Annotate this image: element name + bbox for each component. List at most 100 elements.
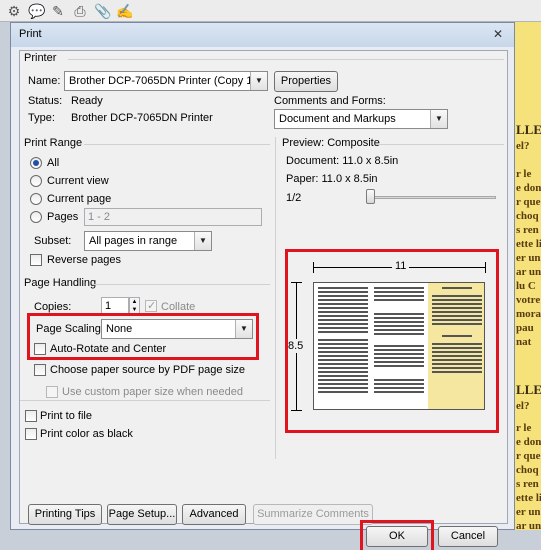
- width-dimension-tick: [485, 262, 486, 273]
- comments-forms-label: Comments and Forms:: [274, 95, 386, 107]
- printer-name-select[interactable]: Brother DCP-7065DN Printer (Copy 1) ▼: [64, 71, 268, 91]
- status-value: Ready: [71, 95, 103, 107]
- doc-fragment: LLETI: [516, 382, 541, 397]
- type-value: Brother DCP-7065DN Printer: [71, 112, 213, 124]
- print-color-black-checkbox[interactable]: [25, 428, 37, 440]
- printer-name-value: Brother DCP-7065DN Printer (Copy 1): [69, 75, 257, 87]
- sign-icon[interactable]: ✍: [116, 3, 133, 19]
- divider: [84, 144, 270, 145]
- chevron-down-icon[interactable]: ▼: [430, 110, 447, 128]
- all-radio[interactable]: [30, 157, 42, 169]
- doc-fragment: s ren: [516, 478, 539, 490]
- ok-button[interactable]: OK: [366, 526, 428, 547]
- doc-fragment: r que: [516, 450, 541, 462]
- print-range-title: Print Range: [24, 137, 83, 149]
- reverse-pages-checkbox[interactable]: [30, 254, 42, 266]
- divider: [376, 144, 504, 145]
- advanced-button[interactable]: Advanced: [182, 504, 246, 525]
- page-handling-title: Page Handling: [24, 277, 97, 289]
- doc-fragment: mora: [516, 308, 541, 320]
- all-label[interactable]: All: [47, 157, 59, 169]
- collate-checkbox[interactable]: [145, 299, 157, 312]
- custom-paper-checkbox[interactable]: [46, 386, 58, 398]
- custom-paper-label[interactable]: Use custom paper size when needed: [62, 386, 243, 398]
- chevron-down-icon[interactable]: ▼: [250, 72, 267, 90]
- preview-column: [374, 287, 424, 395]
- properties-button[interactable]: Properties: [274, 71, 338, 92]
- print-color-black-label[interactable]: Print color as black: [40, 428, 133, 440]
- choose-paper-source-label[interactable]: Choose paper source by PDF page size: [50, 364, 245, 376]
- print-to-file-label[interactable]: Print to file: [40, 410, 92, 422]
- summarize-comments-button[interactable]: Summarize Comments: [253, 504, 373, 525]
- doc-fragment: er un: [516, 252, 541, 264]
- current-page-label[interactable]: Current page: [47, 193, 111, 205]
- width-dimension-tick: [313, 262, 314, 273]
- dialog-titlebar[interactable]: Print ✕: [11, 23, 514, 47]
- pages-label[interactable]: Pages: [47, 211, 78, 223]
- doc-fragment: nat: [516, 336, 532, 348]
- page-slider-track[interactable]: [366, 196, 496, 199]
- subset-label: Subset:: [34, 235, 72, 247]
- doc-fragment: ette li: [516, 238, 541, 250]
- comment-icon[interactable]: 💬: [28, 3, 45, 19]
- divider: [92, 284, 270, 285]
- preview-page: [313, 282, 485, 410]
- height-dimension-tick: [291, 282, 302, 283]
- doc-fragment: r le: [516, 422, 532, 434]
- doc-fragment: choq: [516, 210, 539, 222]
- printing-tips-button[interactable]: Printing Tips: [28, 504, 102, 525]
- width-label: 11: [392, 260, 410, 272]
- print-dialog: Print ✕ Printer Name: Brother DCP-7065DN…: [10, 22, 515, 550]
- doc-fragment: r le: [516, 168, 532, 180]
- page-setup-button[interactable]: Page Setup...: [107, 504, 177, 525]
- current-view-label[interactable]: Current view: [47, 175, 109, 187]
- highlight-icon[interactable]: ✎: [50, 3, 66, 19]
- type-label: Type:: [28, 112, 55, 124]
- page-indicator: 1/2: [286, 192, 302, 204]
- stamp-icon[interactable]: ⎙: [72, 3, 88, 19]
- doc-fragment: s ren: [516, 224, 539, 236]
- current-view-radio[interactable]: [30, 175, 42, 187]
- doc-fragment: el?: [516, 400, 530, 412]
- background-document: LLETI el? r le e don g r que choq s ren …: [514, 22, 541, 530]
- doc-fragment: r que: [516, 196, 541, 208]
- doc-fragment: pau: [516, 322, 534, 334]
- comments-forms-select[interactable]: Document and Markups ▼: [274, 109, 448, 129]
- chevron-down-icon[interactable]: ▼: [194, 232, 211, 250]
- pages-radio[interactable]: [30, 211, 42, 223]
- doc-fragment: ar un: [516, 520, 541, 530]
- height-dimension-tick: [291, 410, 302, 411]
- collate-label[interactable]: Collate: [161, 301, 195, 313]
- close-icon[interactable]: ✕: [489, 27, 507, 42]
- app-toolbar: ⚙ 💬 ✎ ⎙ 📎 ✍: [0, 0, 541, 22]
- comments-forms-value: Document and Markups: [279, 113, 396, 125]
- status-label: Status:: [28, 95, 63, 107]
- pages-input[interactable]: 1 - 2: [84, 208, 262, 226]
- print-to-file-checkbox[interactable]: [25, 410, 37, 422]
- attach-icon[interactable]: 📎: [94, 3, 111, 19]
- paper-size: Paper: 11.0 x 8.5in: [286, 173, 378, 185]
- divider: [20, 400, 270, 401]
- height-label: 8.5: [288, 339, 304, 353]
- doc-fragment: LLETI: [516, 122, 541, 137]
- cancel-button[interactable]: Cancel: [438, 526, 498, 547]
- subset-select[interactable]: All pages in range ▼: [84, 231, 212, 251]
- doc-fragment: er un: [516, 506, 541, 518]
- current-page-radio[interactable]: [30, 193, 42, 205]
- choose-paper-source-checkbox[interactable]: [34, 364, 46, 376]
- page-slider-thumb[interactable]: [366, 189, 375, 204]
- gear-icon[interactable]: ⚙: [6, 3, 22, 19]
- doc-fragment: choq: [516, 464, 539, 476]
- dialog-body: Printer Name: Brother DCP-7065DN Printer…: [19, 50, 508, 550]
- preview-yellow-panel: [428, 283, 484, 409]
- reverse-pages-label[interactable]: Reverse pages: [47, 254, 121, 266]
- preview-column: [318, 287, 368, 395]
- doc-fragment: lu C: [516, 280, 536, 292]
- vertical-divider: [275, 137, 276, 459]
- doc-fragment: e don g: [516, 436, 541, 448]
- doc-fragment: votre: [516, 294, 541, 306]
- doc-fragment: e don g: [516, 182, 541, 194]
- dialog-title: Print: [19, 28, 42, 40]
- subset-value: All pages in range: [89, 235, 178, 247]
- divider: [68, 59, 504, 60]
